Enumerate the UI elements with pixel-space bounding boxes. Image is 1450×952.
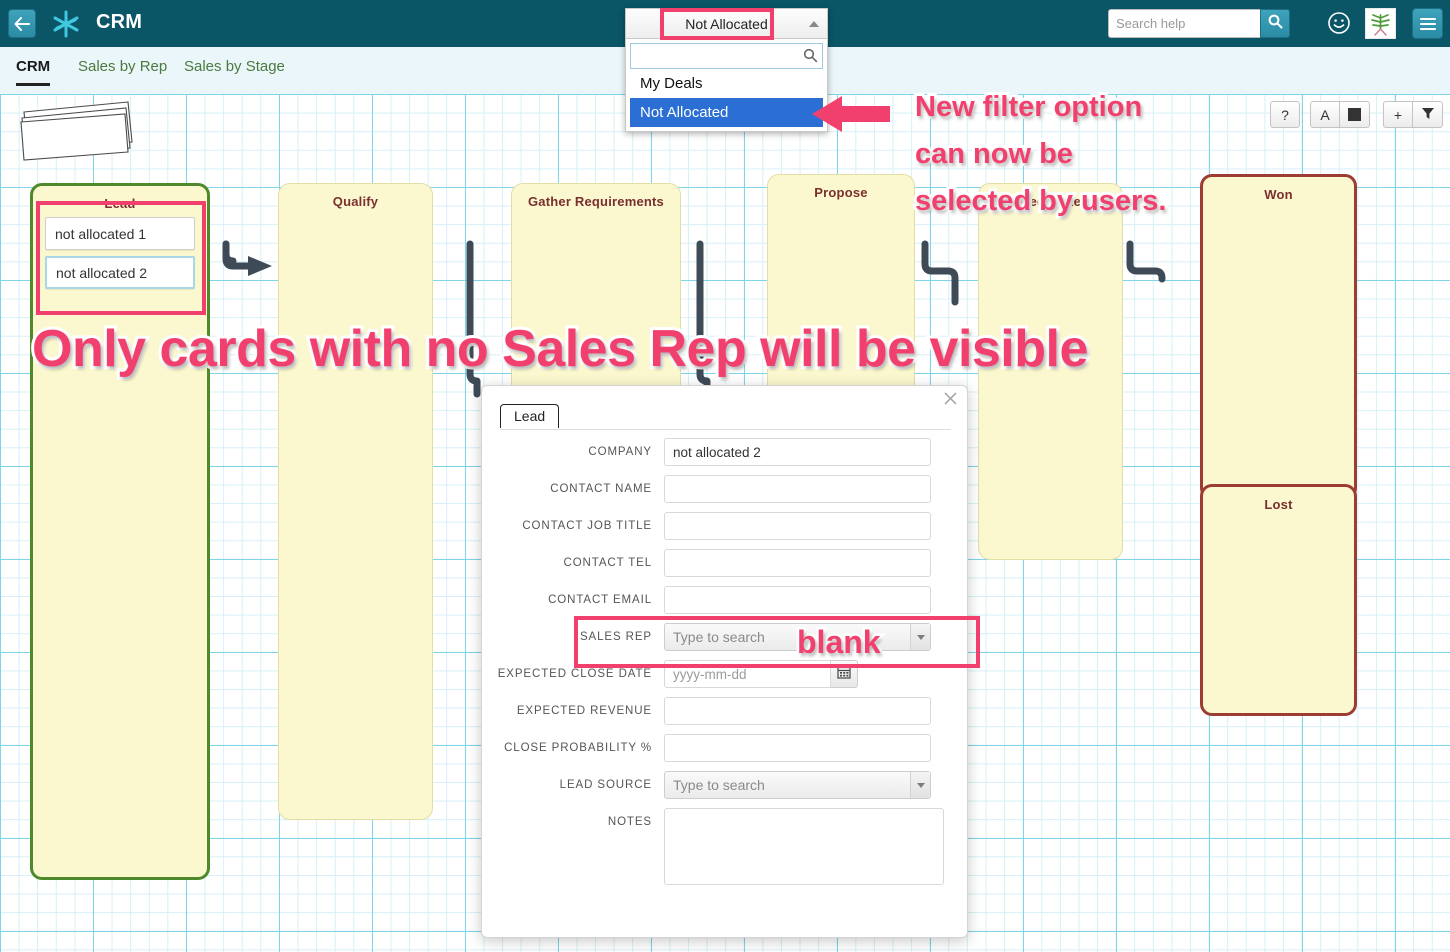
avatar-icon xyxy=(1366,9,1395,38)
search-icon xyxy=(803,48,818,68)
expected-revenue-field[interactable] xyxy=(664,697,931,725)
form-row-contact-job-title: CONTACT JOB TITLE xyxy=(482,512,969,540)
dropdown-selected-value-button[interactable]: Not Allocated xyxy=(625,8,828,39)
chevron-up-icon xyxy=(809,21,819,27)
contact-job-title-field[interactable] xyxy=(664,512,931,540)
form-row-contact-email: CONTACT EMAIL xyxy=(482,586,969,614)
column-title: Lost xyxy=(1264,497,1293,512)
square-icon xyxy=(1348,108,1361,121)
form-row-company: COMPANY xyxy=(482,438,969,466)
tab-crm[interactable]: CRM xyxy=(16,58,51,86)
tab-sales-by-stage[interactable]: Sales by Stage xyxy=(184,58,285,83)
stage-column-lead[interactable]: Lead not allocated 1 not allocated 2 xyxy=(30,183,210,880)
notes-field[interactable] xyxy=(664,808,944,885)
calendar-icon xyxy=(837,665,851,684)
field-label: LEAD SOURCE xyxy=(559,779,652,791)
form-row-contact-name: CONTACT NAME xyxy=(482,475,969,503)
field-label: COMPANY xyxy=(588,446,652,458)
field-label: CONTACT NAME xyxy=(550,483,652,495)
deal-card[interactable]: not allocated 2 xyxy=(45,256,195,289)
dropdown-option-my-deals[interactable]: My Deals xyxy=(630,69,823,98)
field-label: CLOSE PROBABILITY % xyxy=(504,742,652,754)
company-field[interactable] xyxy=(664,438,931,466)
form-row-lead-source: LEAD SOURCE Type to search xyxy=(482,771,969,799)
field-label: NOTES xyxy=(607,816,652,828)
toolbar-style-group: A xyxy=(1310,101,1370,128)
contact-name-field[interactable] xyxy=(664,475,931,503)
deal-filter-dropdown[interactable]: Not Allocated My Deals Not Allocated xyxy=(625,8,828,132)
chevron-down-icon[interactable] xyxy=(910,624,930,650)
chevron-down-icon[interactable] xyxy=(910,772,930,798)
asterisk-logo-icon xyxy=(50,8,82,40)
lead-source-placeholder: Type to search xyxy=(673,777,765,793)
stage-column-lost[interactable]: Lost xyxy=(1200,484,1357,716)
search-icon xyxy=(1268,14,1283,34)
sales-rep-placeholder: Type to search xyxy=(673,629,765,645)
help-search-button[interactable] xyxy=(1260,9,1290,38)
form-row-close-probability: CLOSE PROBABILITY % xyxy=(482,734,969,762)
app-title: CRM xyxy=(96,11,143,33)
smiley-button[interactable] xyxy=(1327,11,1351,35)
form-row-expected-revenue: EXPECTED REVENUE xyxy=(482,697,969,725)
contact-email-field[interactable] xyxy=(664,586,931,614)
lead-detail-dialog: Lead COMPANY CONTACT NAME CONTACT JOB TI… xyxy=(481,385,968,938)
dialog-tab-bar: Lead xyxy=(500,404,951,430)
column-title: Won xyxy=(1264,187,1293,202)
add-button[interactable]: + xyxy=(1383,101,1413,128)
form-row-contact-tel: CONTACT TEL xyxy=(482,549,969,577)
toolbar-action-group: + xyxy=(1383,101,1443,128)
avatar[interactable] xyxy=(1365,8,1396,39)
field-label: SALES REP xyxy=(579,631,652,643)
dropdown-panel: My Deals Not Allocated xyxy=(625,39,828,132)
field-label: CONTACT JOB TITLE xyxy=(522,520,652,532)
tab-sales-by-rep[interactable]: Sales by Rep xyxy=(78,58,167,83)
lead-form: COMPANY CONTACT NAME CONTACT JOB TITLE C… xyxy=(482,438,969,894)
sales-rep-select[interactable]: Type to search xyxy=(664,623,931,651)
hamburger-menu-button[interactable] xyxy=(1412,8,1443,39)
field-label: CONTACT TEL xyxy=(563,557,652,569)
toolbar-help-group: ? xyxy=(1270,101,1300,128)
stage-column-qualify[interactable]: Qualify xyxy=(278,183,433,820)
column-title: Qualify xyxy=(332,194,379,209)
stage-column-negotiate[interactable]: Negotiate xyxy=(978,183,1123,560)
dropdown-search-input[interactable] xyxy=(630,43,823,69)
dropdown-search xyxy=(630,43,823,69)
form-row-expected-close-date: EXPECTED CLOSE DATE xyxy=(482,660,969,688)
help-search-input[interactable] xyxy=(1108,9,1260,38)
filter-button[interactable] xyxy=(1413,101,1443,128)
expected-close-date-field[interactable] xyxy=(664,660,831,688)
lead-source-select[interactable]: Type to search xyxy=(664,771,931,799)
column-title: Propose xyxy=(814,185,868,200)
stage-column-won[interactable]: Won xyxy=(1200,174,1357,500)
contact-tel-field[interactable] xyxy=(664,549,931,577)
funnel-icon xyxy=(1421,107,1435,123)
close-probability-field[interactable] xyxy=(664,734,931,762)
dropdown-selected-label: Not Allocated xyxy=(685,15,768,32)
form-row-sales-rep: SALES REP Type to search xyxy=(482,623,969,651)
crm-app-window: CRM Search help CRM Sales by Rep Sales b… xyxy=(0,0,1450,952)
column-title: Lead xyxy=(104,196,136,211)
tab-lead[interactable]: Lead xyxy=(500,404,560,428)
help-button[interactable]: ? xyxy=(1270,101,1300,128)
field-label: EXPECTED CLOSE DATE xyxy=(497,668,652,680)
text-style-button[interactable]: A xyxy=(1310,101,1340,128)
field-label: CONTACT EMAIL xyxy=(548,594,652,606)
card-stack-icon xyxy=(16,98,136,168)
deal-card[interactable]: not allocated 1 xyxy=(45,217,195,250)
help-search xyxy=(1108,9,1290,38)
column-title: Negotiate xyxy=(1019,194,1082,209)
arrow-left-icon xyxy=(14,16,30,31)
field-label: EXPECTED REVENUE xyxy=(516,705,652,717)
form-row-notes: NOTES xyxy=(482,808,969,885)
column-title: Gather Requirements xyxy=(527,194,664,209)
date-picker-button[interactable] xyxy=(831,660,858,688)
dropdown-option-not-allocated[interactable]: Not Allocated xyxy=(630,98,823,127)
smiley-icon xyxy=(1327,12,1351,39)
back-button[interactable] xyxy=(8,9,36,38)
fill-color-button[interactable] xyxy=(1340,101,1370,128)
